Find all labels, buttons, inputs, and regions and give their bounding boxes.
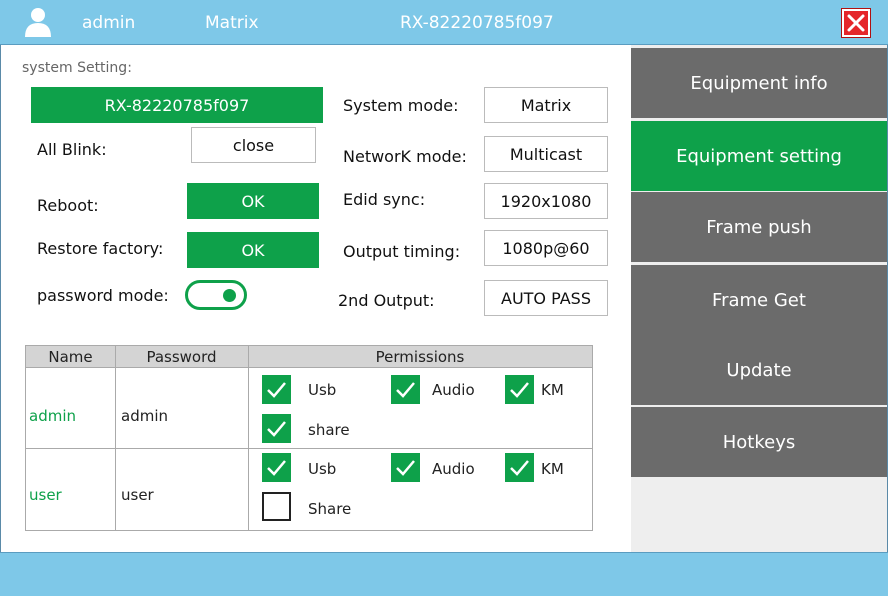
system-mode-select[interactable]: Matrix (484, 87, 608, 123)
footer-bar (0, 552, 888, 596)
audio-label: Audio (432, 460, 475, 478)
row-password: user (121, 486, 154, 504)
output-timing-label: Output timing: (343, 242, 461, 261)
share-label: Share (308, 500, 352, 518)
checkbox-checked-icon[interactable] (505, 453, 534, 482)
network-mode-label: NetworK mode: (343, 147, 467, 166)
km-label: KM (541, 381, 564, 399)
row-username: admin (29, 407, 76, 425)
restore-factory-label: Restore factory: (37, 239, 164, 258)
row-username: user (29, 486, 62, 504)
header-permissions: Permissions (375, 348, 465, 366)
checkbox-checked-icon[interactable] (391, 375, 420, 404)
output-timing-select[interactable]: 1080p@60 (484, 230, 608, 266)
audio-label: Audio (432, 381, 475, 399)
header-device-id: RX-82220785f097 (400, 13, 554, 33)
checkbox-checked-icon[interactable] (262, 414, 291, 443)
device-name-field[interactable]: RX-82220785f097 (31, 87, 323, 123)
close-icon (847, 14, 865, 32)
second-output-select[interactable]: AUTO PASS (484, 280, 608, 316)
user-icon (25, 8, 51, 37)
usb-label: Usb (308, 381, 337, 399)
system-mode-label: System mode: (343, 96, 459, 115)
sidebar-item-equipment-info[interactable]: Equipment info (631, 48, 887, 118)
checkbox-checked-icon[interactable] (391, 453, 420, 482)
checkbox-checked-icon[interactable] (262, 453, 291, 482)
sidebar-item-equipment-setting[interactable]: Equipment setting (631, 121, 887, 191)
reboot-ok-button[interactable]: OK (187, 183, 319, 219)
checkbox-checked-icon[interactable] (262, 375, 291, 404)
edid-sync-select[interactable]: 1920x1080 (484, 183, 608, 219)
header-username: admin (82, 13, 136, 33)
all-blink-label: All Blink: (37, 140, 107, 159)
edid-sync-label: Edid sync: (343, 190, 426, 209)
password-mode-label: password mode: (37, 286, 169, 305)
km-label: KM (541, 460, 564, 478)
section-title: system Setting: (22, 60, 132, 76)
all-blink-select[interactable]: close (191, 127, 316, 163)
header-name: Name (48, 348, 93, 366)
column-divider (115, 346, 116, 530)
column-divider (248, 346, 249, 530)
toggle-knob (223, 289, 236, 302)
header-password: Password (146, 348, 217, 366)
checkbox-unchecked-icon[interactable] (262, 492, 291, 521)
row-password: admin (121, 407, 168, 425)
header-bar: admin Matrix RX-82220785f097 (0, 0, 888, 45)
restore-factory-ok-button[interactable]: OK (187, 232, 319, 268)
usb-label: Usb (308, 460, 337, 478)
sidebar-item-frame-get[interactable]: Frame Get (631, 265, 887, 335)
second-output-label: 2nd Output: (338, 291, 435, 310)
sidebar-item-update[interactable]: Update (631, 335, 887, 405)
users-table: Name Password Permissions admin admin Us… (25, 345, 593, 531)
header-mode: Matrix (205, 13, 259, 33)
checkbox-checked-icon[interactable] (505, 375, 534, 404)
sidebar-item-frame-push[interactable]: Frame push (631, 192, 887, 262)
reboot-label: Reboot: (37, 196, 99, 215)
row-divider (26, 448, 592, 449)
share-label: share (308, 421, 350, 439)
sidebar-item-hotkeys[interactable]: Hotkeys (631, 407, 887, 477)
close-button[interactable] (841, 8, 871, 38)
table-header: Name Password Permissions (26, 346, 592, 368)
password-mode-toggle[interactable] (185, 280, 247, 310)
network-mode-select[interactable]: Multicast (484, 136, 608, 172)
